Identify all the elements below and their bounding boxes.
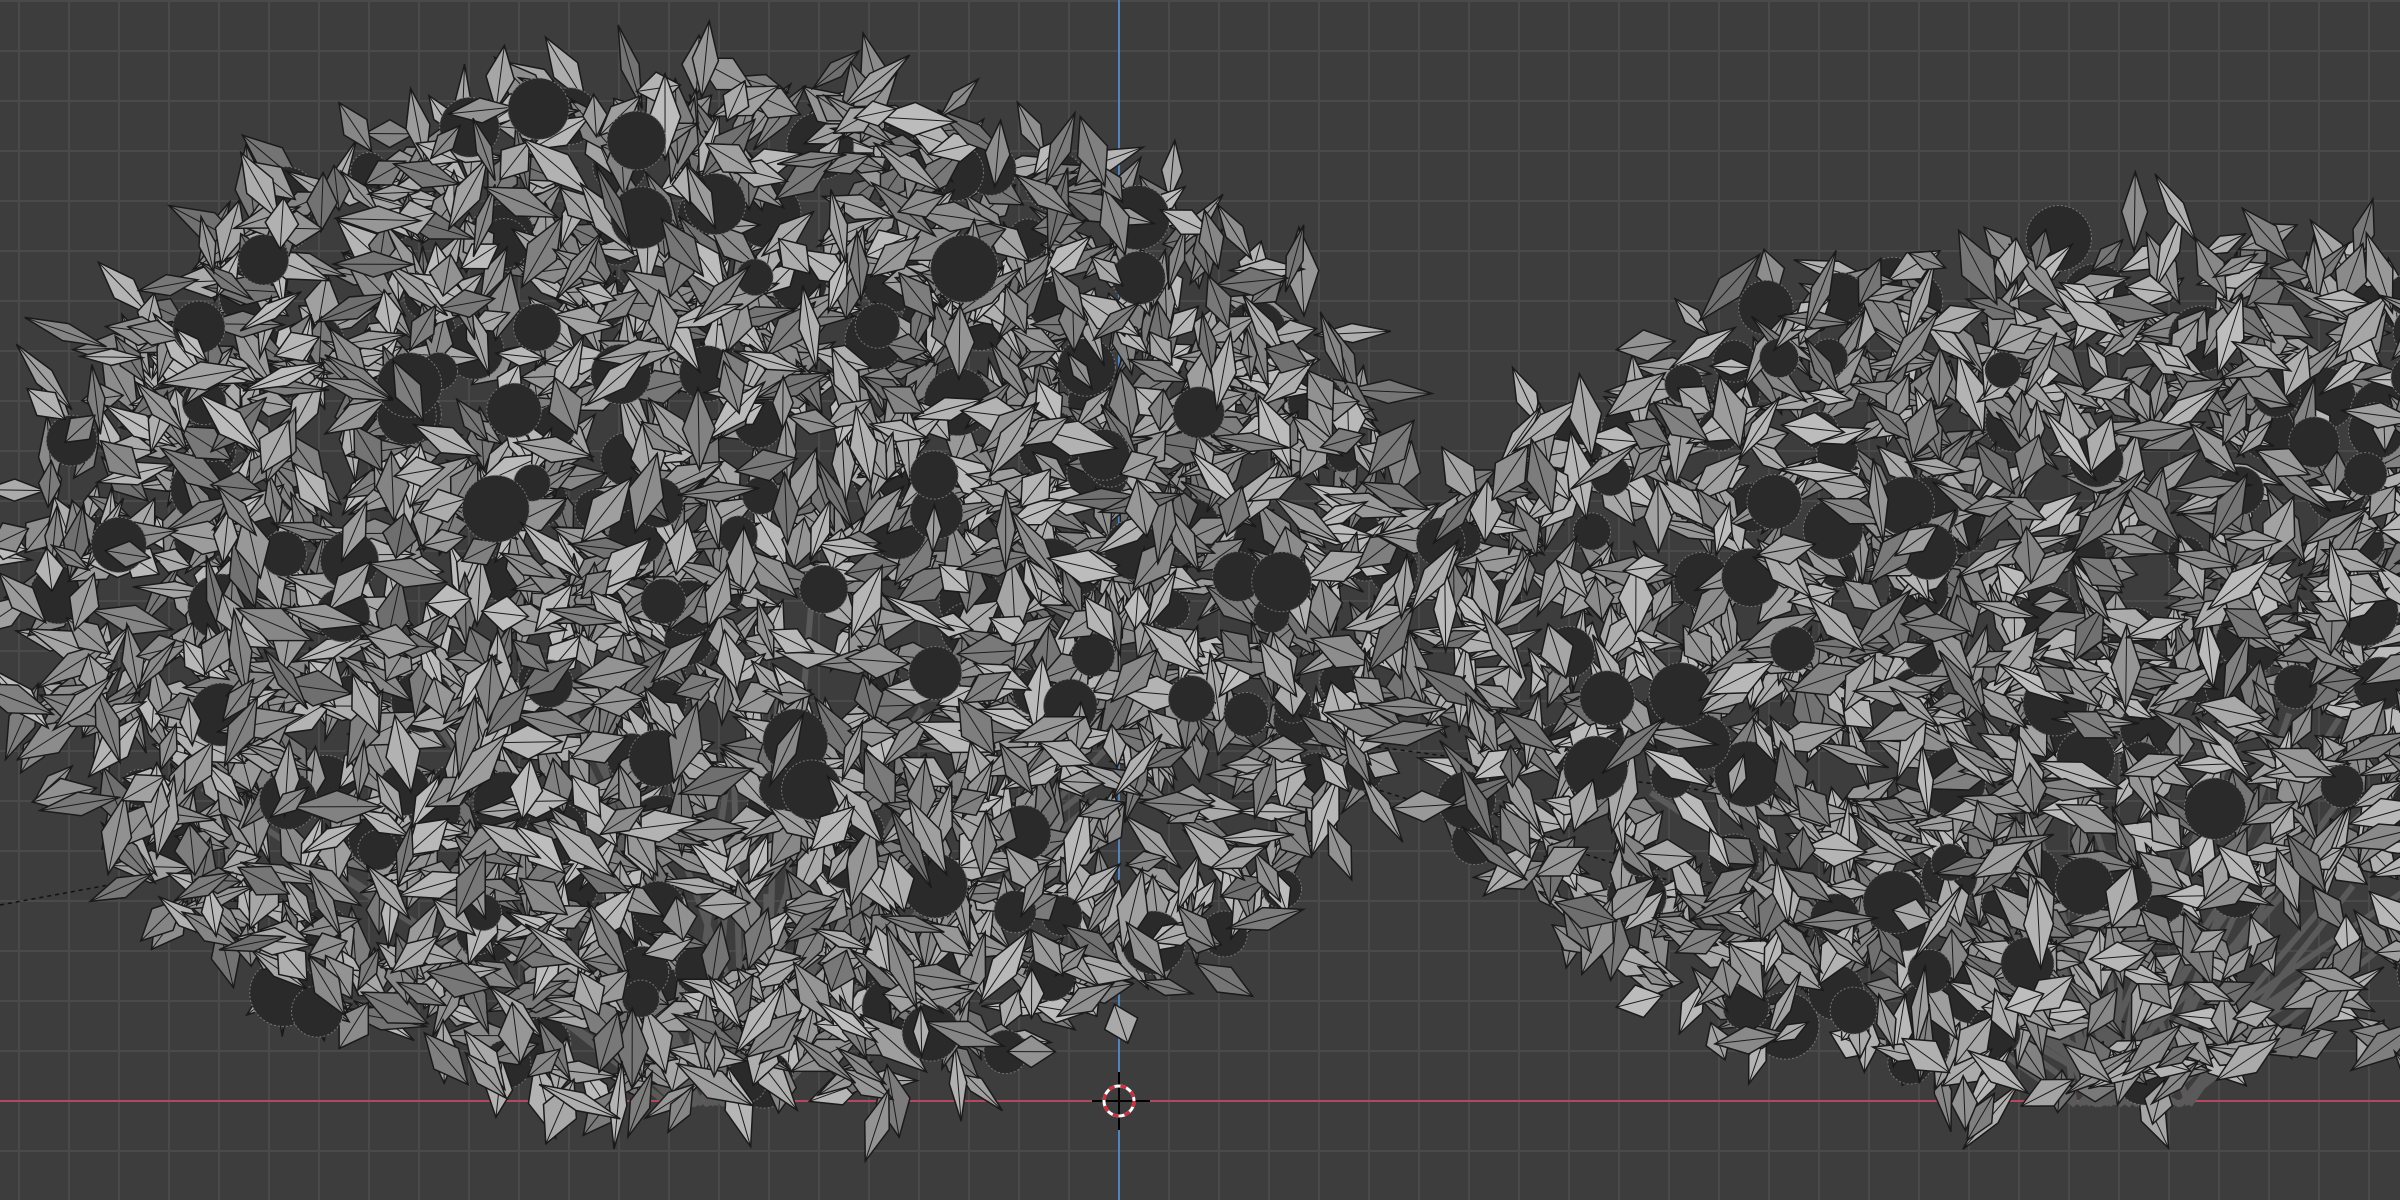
viewport-canvas[interactable]: [0, 0, 2400, 1200]
flower-cluster: [2183, 777, 2247, 840]
flower-cluster: [1907, 948, 1953, 994]
3d-cursor-icon[interactable]: [1092, 1072, 1150, 1130]
flower-cluster: [1223, 691, 1269, 738]
flower-cluster: [1167, 675, 1216, 723]
flower-cluster: [930, 234, 999, 303]
flower-cluster: [1746, 474, 1802, 530]
flower-cluster: [640, 578, 687, 625]
flower-cluster: [2055, 856, 2114, 916]
flower-cluster: [1769, 625, 1816, 672]
flower-cluster: [1563, 735, 1629, 801]
flower-cluster: [357, 829, 399, 871]
flower-cluster: [908, 646, 963, 701]
bush-mesh-left[interactable]: [0, 18, 1480, 1164]
bush-mesh-right[interactable]: [1359, 169, 2400, 1151]
flower-cluster: [2343, 452, 2388, 497]
flower-cluster: [486, 382, 542, 439]
flower-cluster: [606, 110, 667, 171]
flower-cluster: [1251, 551, 1312, 613]
flower-cluster: [507, 77, 570, 140]
flower-cluster: [909, 450, 959, 500]
3d-viewport[interactable]: [0, 0, 2400, 1200]
flower-cluster: [1579, 670, 1635, 726]
flower-cluster: [1829, 986, 1878, 1035]
leaf-face: [2392, 1048, 2400, 1071]
flower-cluster: [1984, 351, 2022, 389]
flower-cluster: [461, 474, 530, 543]
flower-cluster: [512, 303, 562, 352]
flower-cluster: [621, 979, 660, 1018]
flower-cluster: [799, 564, 849, 614]
flower-cluster: [854, 303, 901, 349]
flower-cluster: [1572, 512, 1612, 551]
